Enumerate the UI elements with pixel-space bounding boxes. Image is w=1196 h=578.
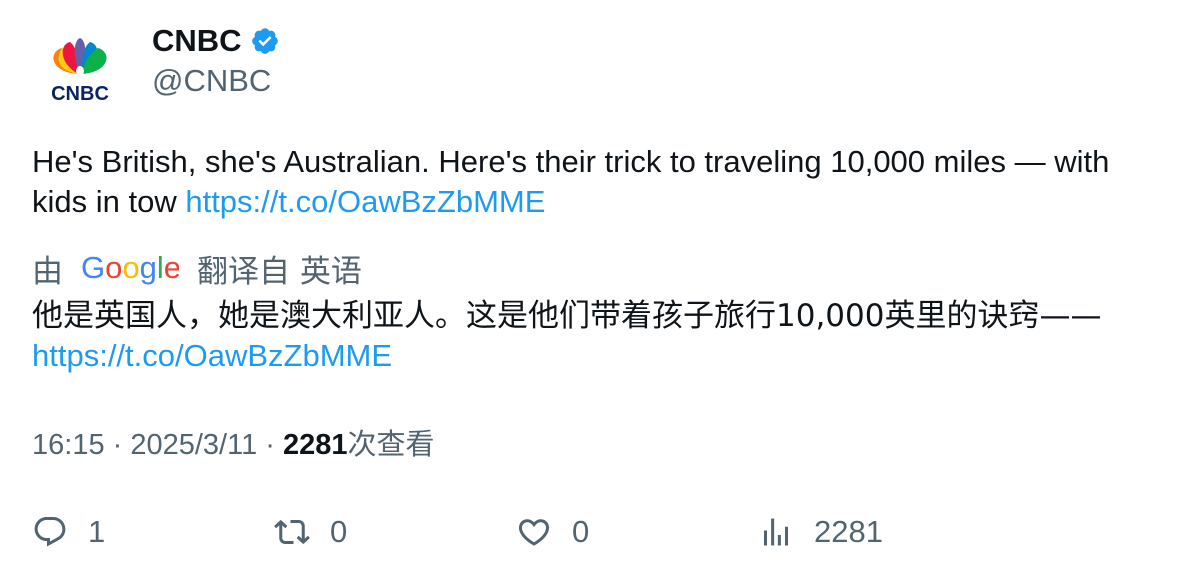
- display-name[interactable]: CNBC: [152, 22, 280, 60]
- verified-badge-icon[interactable]: [250, 26, 280, 56]
- meta-separator: ·: [104, 429, 131, 461]
- avatar[interactable]: CNBC: [32, 24, 128, 120]
- like-button[interactable]: 0: [516, 506, 589, 558]
- retweet-icon: [274, 519, 310, 545]
- google-logo-icon: Google: [81, 250, 179, 286]
- tweet-meta: 16:15 · 2025/3/11 · 2281次查看: [32, 424, 435, 465]
- heart-icon: [518, 519, 550, 546]
- views-count: 2281: [283, 429, 348, 461]
- views-action-count: 2281: [814, 514, 883, 549]
- views-button[interactable]: 2281: [758, 506, 883, 558]
- handle[interactable]: @CNBC: [152, 62, 271, 100]
- tweet-card: CNBC CNBC @CNBC He's British, she's Aust…: [0, 0, 1196, 578]
- reply-icon: [34, 517, 66, 547]
- reply-button[interactable]: 1: [32, 506, 105, 558]
- tweet-link[interactable]: https://t.co/OawBzZbMME: [185, 184, 545, 219]
- like-count: 0: [572, 514, 590, 549]
- views-label: 次查看: [347, 427, 435, 461]
- avatar-text: CNBC: [51, 83, 109, 105]
- translated-from-label[interactable]: 翻译自 英语: [197, 246, 362, 291]
- translated-text-body: 他是英国人，她是澳大利亚人。这是他们带着孩子旅行10,000英里的诀窍——: [32, 298, 1102, 334]
- cnbc-logo-icon: CNBC: [51, 38, 109, 105]
- tweet-text: He's British, she's Australian. Here's t…: [32, 142, 1172, 222]
- tweet-time[interactable]: 16:15: [32, 429, 105, 461]
- action-bar: 1 0 0 2281: [0, 506, 1196, 558]
- translated-link[interactable]: https://t.co/OawBzZbMME: [32, 338, 392, 373]
- svg-text:Google: Google: [81, 250, 179, 285]
- retweet-count: 0: [330, 514, 348, 549]
- translated-by-label: 由: [32, 253, 63, 290]
- analytics-icon: [764, 518, 788, 546]
- display-name-text[interactable]: CNBC: [152, 22, 242, 60]
- translation-attribution: 由 Google 翻译自 英语: [32, 246, 362, 290]
- tweet-date[interactable]: 2025/3/11: [130, 429, 257, 461]
- retweet-button[interactable]: 0: [274, 506, 347, 558]
- translated-text: 他是英国人，她是澳大利亚人。这是他们带着孩子旅行10,000英里的诀窍—— ht…: [32, 296, 1172, 376]
- reply-count: 1: [88, 514, 106, 549]
- meta-separator: ·: [257, 429, 284, 461]
